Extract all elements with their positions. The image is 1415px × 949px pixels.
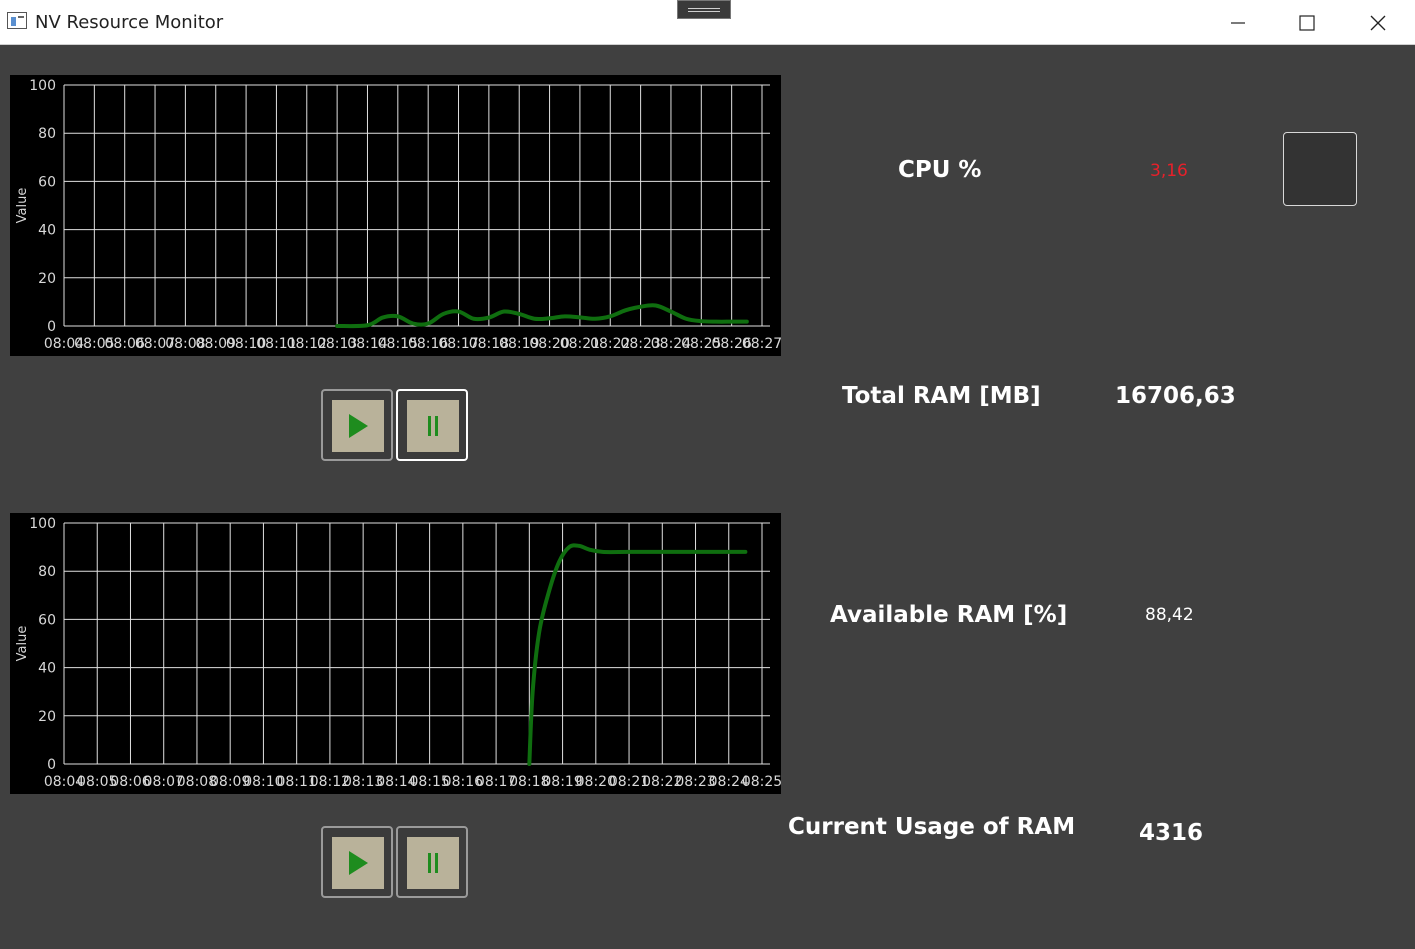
current-usage-label-clip: Current Usage of RAM [MB] <box>788 810 1082 850</box>
play-icon <box>349 414 368 438</box>
cpu-chart: 0 20 40 60 80 100 08:04 08:05 08:06 08:07 08:08 08:… <box>10 75 781 356</box>
available-ram-label: Available RAM [%] <box>830 602 1068 628</box>
current-usage-value: 4316 <box>1139 820 1204 846</box>
y-axis-label: Value <box>15 626 30 662</box>
close-button[interactable] <box>1355 0 1401 45</box>
cpu-play-button[interactable] <box>321 389 393 461</box>
y-tick-label: 100 <box>29 78 56 94</box>
y-tick-label: 60 <box>38 612 56 628</box>
x-tick-label: 08:27 <box>742 336 781 352</box>
ram-play-button[interactable] <box>321 826 393 898</box>
play-icon <box>349 851 368 875</box>
maximize-icon <box>1299 14 1315 31</box>
y-tick-label: 60 <box>38 174 56 190</box>
close-icon <box>1370 15 1386 30</box>
total-ram-value: 16706,63 <box>1115 383 1236 409</box>
cpu-chart-svg: 02040608010008:0408:0508:0608:0708:0808:… <box>15 78 781 352</box>
y-axis-label: Value <box>15 188 30 224</box>
cpu-value: 3,16 <box>1150 161 1188 181</box>
series-line <box>527 543 748 766</box>
ram-pause-button[interactable] <box>396 826 468 898</box>
y-tick-label: 80 <box>38 126 56 142</box>
maximize-button[interactable] <box>1284 0 1330 45</box>
available-ram-value: 88,42 <box>1145 605 1194 625</box>
y-tick-label: 80 <box>38 564 56 580</box>
cpu-indicator-box[interactable] <box>1283 132 1357 206</box>
y-tick-label: 20 <box>38 271 56 287</box>
ram-chart: 0 20 40 60 80 100 08:04 08:05 08:06 08:07 08:08 08:… <box>10 513 781 794</box>
app-icon <box>7 12 27 29</box>
cpu-label: CPU % <box>898 157 982 183</box>
y-tick-label: 0 <box>47 319 56 335</box>
current-usage-label: Current Usage of RAM [MB] <box>788 814 1082 840</box>
title-bar[interactable]: NV Resource Monitor <box>0 0 1415 45</box>
pause-icon <box>428 416 438 436</box>
y-tick-label: 40 <box>38 223 56 239</box>
series-line <box>335 303 749 329</box>
y-tick-label: 0 <box>47 757 56 773</box>
minimize-icon <box>1231 21 1245 24</box>
y-tick-label: 100 <box>29 516 56 532</box>
ram-chart-svg: 02040608010008:0408:0508:0608:0708:0808:… <box>15 516 781 790</box>
minimize-button[interactable] <box>1215 0 1261 45</box>
x-tick-label: 08:25 <box>742 774 781 790</box>
window-title: NV Resource Monitor <box>35 12 224 33</box>
y-tick-label: 40 <box>38 661 56 677</box>
cpu-pause-button[interactable] <box>396 389 468 461</box>
drag-handle[interactable] <box>677 0 731 19</box>
total-ram-label: Total RAM [MB] <box>842 383 1041 409</box>
y-tick-label: 20 <box>38 709 56 725</box>
pause-icon <box>428 853 438 873</box>
